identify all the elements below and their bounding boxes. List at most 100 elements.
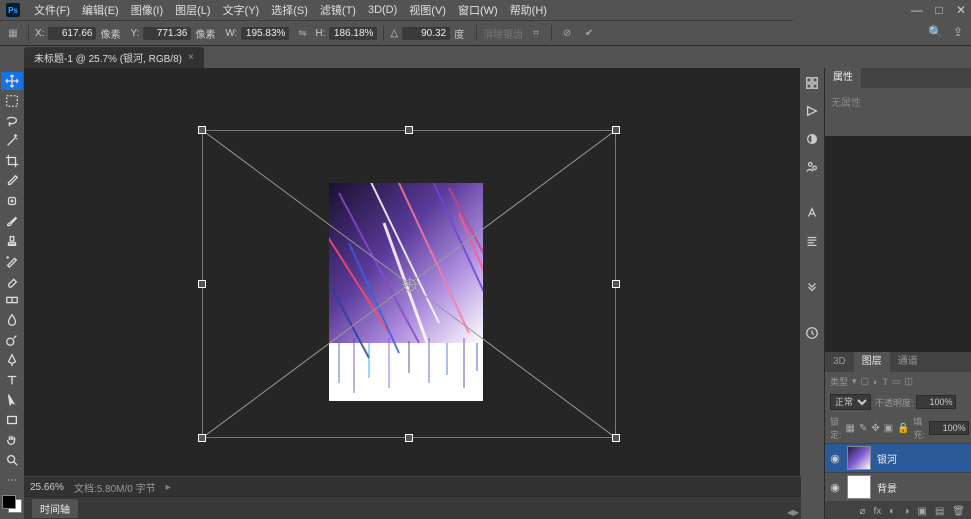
scroll-arrows[interactable]: ◂▸ <box>787 507 799 517</box>
visibility-toggle-1[interactable]: ◉ <box>829 481 841 494</box>
cancel-transform-icon[interactable]: ⊘ <box>558 24 576 42</box>
filter-smart-icon[interactable]: ◫ <box>905 376 914 387</box>
layer-row-0[interactable]: ◉ 银河 <box>825 443 971 472</box>
move-tool[interactable] <box>1 72 23 90</box>
warp-icon[interactable]: ⌗ <box>527 24 545 42</box>
transform-handle-tc[interactable] <box>405 126 413 134</box>
link-wh-icon[interactable]: ⇋ <box>293 24 311 42</box>
brush-tool[interactable] <box>1 212 23 230</box>
character-panel-icon[interactable] <box>803 204 821 222</box>
transform-handle-ml[interactable] <box>198 280 206 288</box>
transform-handle-tr[interactable] <box>612 126 620 134</box>
visibility-toggle-0[interactable]: ◉ <box>829 452 841 465</box>
w-input[interactable]: 195.83% <box>241 27 289 40</box>
properties-tab[interactable]: 属性 <box>825 68 861 88</box>
tab-3d[interactable]: 3D <box>825 352 854 372</box>
pen-tool[interactable] <box>1 351 23 369</box>
transform-handle-mr[interactable] <box>612 280 620 288</box>
canvas[interactable] <box>24 68 800 519</box>
filter-adjust-icon[interactable]: ◐ <box>873 377 878 387</box>
angle-input[interactable]: 90.32 <box>402 27 450 40</box>
h-input[interactable]: 186.18% <box>329 27 377 40</box>
magic-wand-tool[interactable] <box>1 132 23 150</box>
y-input[interactable]: 771.36 <box>143 27 191 40</box>
close-button[interactable]: ✕ <box>955 4 967 16</box>
eyedropper-tool[interactable] <box>1 172 23 190</box>
document-info[interactable]: 文档:5.80M/0 字节 <box>74 480 156 495</box>
menu-window[interactable]: 窗口(W) <box>452 2 504 18</box>
styles-panel-icon[interactable] <box>803 158 821 176</box>
delete-layer-icon[interactable]: 🗑 <box>952 506 965 517</box>
color-swatches[interactable] <box>2 495 22 513</box>
transform-handle-tl[interactable] <box>198 126 206 134</box>
tab-channels[interactable]: 通道 <box>890 352 926 372</box>
transform-center-point[interactable] <box>404 279 416 291</box>
menu-view[interactable]: 视图(V) <box>403 2 452 18</box>
share-icon[interactable]: ⇪ <box>953 25 963 39</box>
crop-tool[interactable] <box>1 152 23 170</box>
menu-type[interactable]: 文字(Y) <box>217 2 266 18</box>
swatches-panel-icon[interactable] <box>803 102 821 120</box>
menu-edit[interactable]: 编辑(E) <box>76 2 125 18</box>
filter-type-icon[interactable]: T <box>883 377 889 387</box>
menu-layer[interactable]: 图层(L) <box>169 2 216 18</box>
blend-mode-select[interactable]: 正常 <box>830 394 871 410</box>
link-layers-icon[interactable]: ⌀ <box>859 506 865 517</box>
menu-file[interactable]: 文件(F) <box>28 2 76 18</box>
history-brush-tool[interactable] <box>1 252 23 270</box>
lock-trans-icon[interactable]: ▦ <box>846 422 855 434</box>
history-panel-icon[interactable] <box>803 324 821 342</box>
dodge-tool[interactable] <box>1 331 23 349</box>
transform-handle-bc[interactable] <box>405 434 413 442</box>
lock-nest-icon[interactable]: ▣ <box>884 422 893 434</box>
new-layer-icon[interactable]: ▤ <box>935 506 944 517</box>
layer-name-1[interactable]: 背景 <box>877 480 897 495</box>
commit-transform-icon[interactable]: ✔ <box>580 24 598 42</box>
x-input[interactable]: 617.66 <box>48 27 96 40</box>
menu-image[interactable]: 图像(I) <box>125 2 169 18</box>
free-transform-bounding-box[interactable] <box>202 130 616 438</box>
zoom-tool[interactable] <box>1 451 23 469</box>
menu-select[interactable]: 选择(S) <box>265 2 314 18</box>
lock-all-icon[interactable]: 🔒 <box>897 422 909 434</box>
layer-thumb-1[interactable] <box>847 475 871 499</box>
document-tab[interactable]: 未标题-1 @ 25.7% (银河, RGB/8) × <box>24 47 204 68</box>
edit-toolbar-icon[interactable]: ⋯ <box>1 471 23 489</box>
healing-brush-tool[interactable] <box>1 192 23 210</box>
layer-row-1[interactable]: ◉ 背景 <box>825 472 971 501</box>
adjustment-layer-icon[interactable]: ◑ <box>903 506 909 517</box>
rectangle-tool[interactable] <box>1 411 23 429</box>
filter-pixel-icon[interactable]: ▢ <box>861 376 870 387</box>
menu-help[interactable]: 帮助(H) <box>504 2 553 18</box>
group-icon[interactable]: ▣ <box>917 506 926 517</box>
lock-paint-icon[interactable]: ✎ <box>859 422 867 434</box>
lock-pos-icon[interactable]: ✥ <box>871 422 879 434</box>
hand-tool[interactable] <box>1 431 23 449</box>
minimize-button[interactable]: — <box>911 4 923 16</box>
zoom-level[interactable]: 25.66% <box>30 482 64 493</box>
eraser-tool[interactable] <box>1 272 23 290</box>
info-dropdown-icon[interactable]: ▸ <box>166 482 171 493</box>
foreground-color-swatch[interactable] <box>2 495 16 509</box>
libraries-panel-icon[interactable] <box>803 278 821 296</box>
transform-ref-point-icon[interactable]: ▦ <box>4 24 22 42</box>
layer-name-0[interactable]: 银河 <box>877 451 897 466</box>
tab-layers[interactable]: 图层 <box>854 352 890 372</box>
timeline-tab[interactable]: 时间轴 <box>32 499 78 518</box>
transform-handle-br[interactable] <box>612 434 620 442</box>
menu-filter[interactable]: 滤镜(T) <box>314 2 362 18</box>
blur-tool[interactable] <box>1 311 23 329</box>
paragraph-panel-icon[interactable] <box>803 232 821 250</box>
type-tool[interactable] <box>1 371 23 389</box>
lasso-tool[interactable] <box>1 112 23 130</box>
filter-shape-icon[interactable]: ▭ <box>892 376 901 387</box>
close-document-icon[interactable]: × <box>188 52 194 63</box>
stamp-tool[interactable] <box>1 232 23 250</box>
adjustments-panel-icon[interactable] <box>803 130 821 148</box>
menu-3d[interactable]: 3D(D) <box>362 4 403 16</box>
fill-input[interactable] <box>929 421 969 435</box>
color-panel-icon[interactable] <box>803 74 821 92</box>
maximize-button[interactable]: □ <box>933 4 945 16</box>
layer-mask-icon[interactable]: ◐ <box>889 506 895 517</box>
path-selection-tool[interactable] <box>1 391 23 409</box>
